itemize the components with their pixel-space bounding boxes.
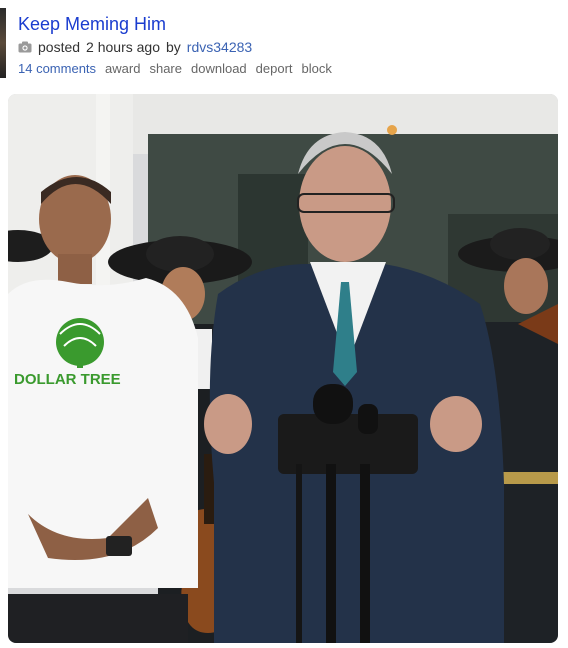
post-actions: 14 comments award share download deport … xyxy=(18,61,332,76)
post-title[interactable]: Keep Meming Him xyxy=(18,14,166,35)
post-image[interactable]: DOLLAR TREE xyxy=(8,94,558,643)
camera-icon xyxy=(18,41,32,53)
comments-link[interactable]: 14 comments xyxy=(18,61,96,76)
author-link[interactable]: rdvs34283 xyxy=(187,39,252,55)
award-button[interactable]: award xyxy=(105,61,140,76)
by-label: by xyxy=(166,39,181,55)
post-thumbnail[interactable] xyxy=(0,8,6,78)
deport-button[interactable]: deport xyxy=(256,61,293,76)
post-meta: posted 2 hours ago by rdvs34283 xyxy=(18,39,252,55)
share-button[interactable]: share xyxy=(149,61,182,76)
shirt-text: DOLLAR TREE xyxy=(14,371,121,388)
posted-time: 2 hours ago xyxy=(86,39,160,55)
photo-illustration: DOLLAR TREE xyxy=(8,94,558,643)
block-button[interactable]: block xyxy=(302,61,332,76)
posted-label: posted xyxy=(38,39,81,55)
download-button[interactable]: download xyxy=(191,61,247,76)
